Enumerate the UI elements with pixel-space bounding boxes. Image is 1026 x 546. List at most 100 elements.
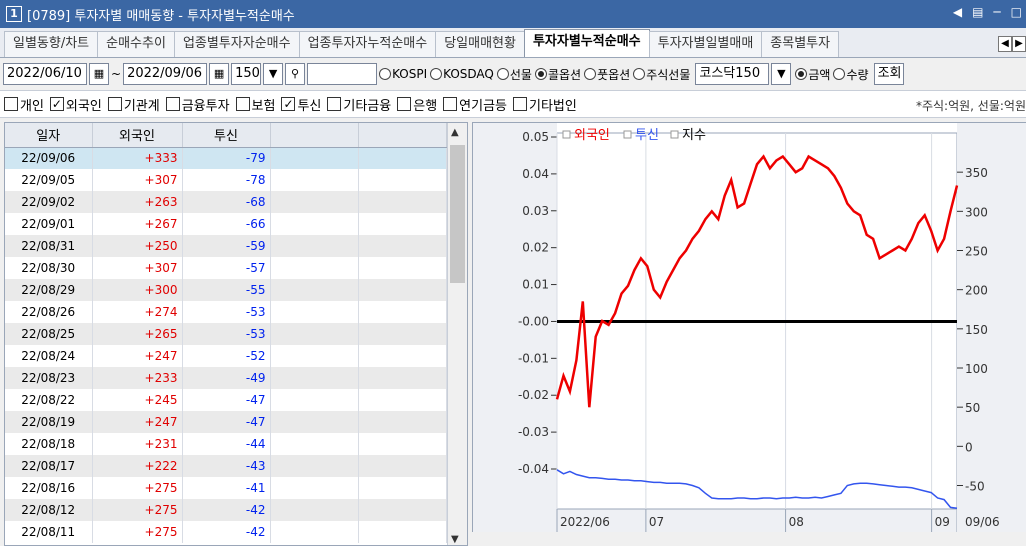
minimize-icon[interactable]: ─ (993, 5, 1000, 19)
checkbox-pension[interactable]: 연기금등 (443, 95, 507, 114)
tab-scroll-left-icon[interactable]: ◀ (998, 36, 1012, 52)
cell-date: 22/08/23 (5, 367, 93, 389)
code-input[interactable] (307, 63, 378, 85)
cell-date: 22/08/22 (5, 389, 93, 411)
combo-dropdown-icon[interactable]: ▼ (771, 63, 792, 85)
radio-futures[interactable]: 선물 (496, 66, 532, 83)
start-calendar-icon[interactable]: ▦ (89, 63, 109, 85)
table-row[interactable]: 22/08/23 +233 -49 (5, 367, 447, 389)
radio-dot (496, 68, 509, 80)
scroll-thumb[interactable] (450, 145, 465, 283)
cell-date: 22/08/16 (5, 477, 93, 499)
table-row[interactable]: 22/09/05 +307 -78 (5, 169, 447, 191)
table-row[interactable]: 22/08/25 +265 -53 (5, 323, 447, 345)
radio-call-option[interactable]: 콜옵션 (534, 66, 581, 83)
checkbox-other-finance[interactable]: 기타금융 (327, 95, 391, 114)
tab-net-buy-trend[interactable]: 순매수추이 (97, 31, 175, 57)
table-row[interactable]: 22/08/12 +275 -42 (5, 499, 447, 521)
left-axis-tick-label: -0.04 (518, 462, 549, 476)
checkbox-other-corp[interactable]: 기타법인 (513, 95, 577, 114)
cell-empty (358, 213, 447, 235)
cell-date: 22/09/01 (5, 213, 93, 235)
scroll-up-icon[interactable]: ▲ (451, 127, 459, 138)
checkbox-bank[interactable]: 은행 (397, 95, 437, 114)
end-date-input[interactable]: 2022/09/06 (123, 63, 208, 85)
tab-scroll-buttons: ◀ ▶ (998, 36, 1026, 52)
count-input[interactable]: 150 (231, 63, 262, 85)
checkbox-box: ✓ (49, 97, 64, 111)
cell-empty (270, 521, 359, 543)
unit-radio-group: 금액 수량 (795, 66, 871, 83)
maximize-icon[interactable]: □ (1011, 5, 1022, 19)
cell-foreign: +233 (92, 367, 183, 389)
tab-today-trading[interactable]: 당일매매현황 (435, 31, 525, 57)
checkbox-foreign[interactable]: ✓ 외국인 (49, 95, 102, 114)
layout-icon[interactable]: ▤ (972, 5, 983, 19)
legend-marker (562, 130, 571, 139)
query-button[interactable]: 조회 (873, 63, 904, 85)
checkbox-individual[interactable]: 개인 (4, 95, 44, 114)
cell-trust: -42 (182, 521, 271, 543)
cell-date: 22/08/12 (5, 499, 93, 521)
radio-label: 선물 (509, 67, 532, 82)
header-date[interactable]: 일자 (5, 123, 93, 148)
radio-kosdaq[interactable]: KOSDAQ (430, 67, 494, 81)
tab-scroll-right-icon[interactable]: ▶ (1012, 36, 1026, 52)
left-axis-tick-label: -0.02 (518, 388, 549, 402)
end-calendar-icon[interactable]: ▦ (209, 63, 230, 85)
cell-empty (358, 147, 447, 169)
cell-trust: -55 (182, 279, 271, 301)
grid-vertical-scrollbar[interactable]: ▲ ▼ (447, 123, 467, 545)
checkbox-insurance[interactable]: 보험 (235, 95, 275, 114)
table-row[interactable]: 22/08/31 +250 -59 (5, 235, 447, 257)
search-icon[interactable]: ⚲ (285, 63, 306, 85)
tab-investor-daily-trading[interactable]: 투자자별일별매매 (648, 31, 763, 57)
table-row[interactable]: 22/09/02 +263 -68 (5, 191, 447, 213)
radio-dot (430, 68, 443, 80)
tab-investor-cumulative-net-buy[interactable]: 투자자별누적순매수 (523, 29, 650, 57)
scroll-down-icon[interactable]: ▼ (451, 534, 459, 545)
table-row[interactable]: 22/08/22 +245 -47 (5, 389, 447, 411)
header-trust[interactable]: 투신 (182, 123, 271, 148)
cell-empty (358, 301, 447, 323)
table-row[interactable]: 22/08/26 +274 -53 (5, 301, 447, 323)
table-row[interactable]: 22/08/18 +231 -44 (5, 433, 447, 455)
table-row[interactable]: 22/09/01 +267 -66 (5, 213, 447, 235)
cell-empty (358, 191, 447, 213)
header-foreign[interactable]: 외국인 (92, 123, 183, 148)
tab-sector-investor-cumulative[interactable]: 업종투자자누적순매수 (298, 31, 437, 57)
table-row[interactable]: 22/08/16 +275 -41 (5, 477, 447, 499)
count-dropdown-icon[interactable]: ▼ (263, 63, 284, 85)
table-row[interactable]: 22/08/11 +275 -42 (5, 521, 447, 543)
radio-quantity[interactable]: 수량 (833, 66, 869, 83)
checkbox-investment-trust[interactable]: ✓ 투신 (281, 95, 321, 114)
table-row[interactable]: 22/08/29 +300 -55 (5, 279, 447, 301)
radio-put-option[interactable]: 풋옵션 (584, 66, 630, 83)
checkbox-financial-investment[interactable]: 금융투자 (165, 95, 230, 114)
cell-date: 22/08/31 (5, 235, 93, 257)
table-row[interactable]: 22/09/06 +333 -79 (5, 147, 447, 169)
radio-stock-futures[interactable]: 주식선물 (633, 66, 690, 83)
x-axis-tick-label: 07 (649, 515, 664, 529)
cell-date: 22/09/02 (5, 191, 93, 213)
radio-kospi[interactable]: KOSPI (379, 67, 427, 81)
tab-daily-trend-chart[interactable]: 일별동향/차트 (4, 31, 99, 57)
cell-trust: -47 (182, 389, 271, 411)
table-row[interactable]: 22/08/30 +307 -57 (5, 257, 447, 279)
cell-empty (358, 477, 447, 499)
tab-stock-investor[interactable]: 종목별투자 (761, 31, 840, 57)
table-row[interactable]: 22/08/24 +247 -52 (5, 345, 447, 367)
radio-dot (633, 68, 646, 80)
table-row[interactable]: 22/08/19 +247 -47 (5, 411, 447, 433)
prev-window-icon[interactable]: ◀ (953, 5, 962, 19)
checkbox-box (165, 97, 180, 111)
radio-amount[interactable]: 금액 (795, 66, 830, 83)
checkbox-box (513, 97, 527, 111)
chart-horizontal-scrollbar[interactable] (472, 532, 1026, 546)
cell-empty (358, 455, 447, 477)
table-row[interactable]: 22/08/17 +222 -43 (5, 455, 447, 477)
market-combo[interactable]: 코스닥150 (695, 63, 770, 85)
start-date-input[interactable]: 2022/06/10 (3, 63, 87, 85)
tab-sector-investor-net-buy[interactable]: 업종별투자자순매수 (173, 31, 300, 57)
checkbox-institution[interactable]: 기관계 (107, 95, 160, 114)
